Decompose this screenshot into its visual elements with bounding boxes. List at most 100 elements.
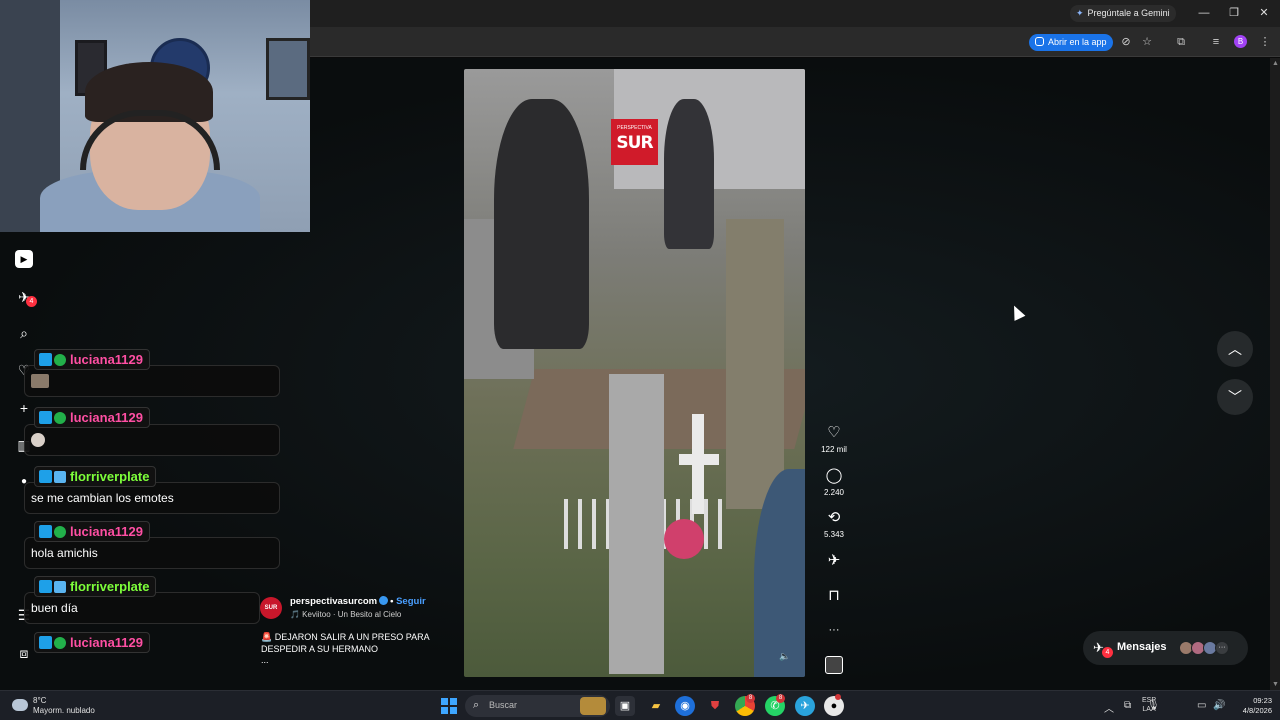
volume-tray-icon[interactable]: 🔊 (1213, 700, 1225, 711)
chat-badge-icon (54, 471, 66, 483)
chat-username-tag: luciana1129 (34, 632, 150, 653)
chat-username: luciana1129 (70, 410, 143, 425)
message-avatars-more: ··· (1215, 641, 1229, 655)
chat-message-body (24, 424, 280, 456)
layout-code: LAA (1142, 706, 1156, 713)
chat-message-text: hola amichis (31, 546, 98, 560)
system-clock[interactable]: 09:23 4/8/2026 (1226, 696, 1272, 716)
search-highlight-image (580, 697, 606, 715)
watermark-text: SUR (616, 133, 653, 153)
chat-badge-icon (39, 353, 52, 366)
video-flowers (664, 519, 704, 559)
chat-badge-icon (54, 526, 66, 538)
chat-username: florriverplate (70, 579, 150, 594)
chat-badge-icon (39, 580, 52, 593)
chat-message: luciana1129 (20, 407, 280, 457)
chat-emote-image (31, 374, 49, 388)
ask-gemini-button[interactable]: ✦ Pregúntale a Gemini (1070, 5, 1176, 22)
audio-thumbnail[interactable] (825, 656, 843, 674)
network-icon[interactable]: ▭ (1197, 700, 1206, 711)
gemini-icon: ✦ (1076, 8, 1084, 18)
bookmark-star-icon[interactable]: ☆ (1140, 35, 1154, 49)
messages-label: Mensajes (1117, 641, 1167, 653)
post-audio[interactable]: 🎵 Keviitoo · Un Besito al Cielo (290, 610, 401, 619)
search-placeholder: Buscar (489, 700, 518, 710)
author-name[interactable]: perspectivasurcom (290, 596, 377, 607)
next-reel-button[interactable]: ﹀ (1217, 379, 1253, 415)
open-in-app-label: Abrir en la app (1048, 37, 1107, 47)
open-in-app-button[interactable]: Abrir en la app (1029, 34, 1113, 51)
chat-badge-icon (54, 354, 66, 366)
messages-badge: 4 (1102, 647, 1113, 658)
taskbar-search[interactable]: ⌕ Buscar (465, 695, 610, 717)
comment-icon[interactable]: ◯ (824, 466, 844, 486)
scroll-down-icon[interactable]: ▼ (1272, 681, 1279, 688)
obs-icon[interactable]: ● (824, 696, 844, 716)
minimize-icon[interactable]: — (1196, 5, 1212, 21)
input-language[interactable]: ESP LAA (1142, 696, 1156, 714)
perspectiva-sur-watermark: PERSPECTIVA SUR (611, 119, 658, 165)
search-icon: ⌕ (473, 699, 480, 711)
browser-app-icon[interactable]: ◉ (675, 696, 695, 716)
messages-button[interactable]: ✈ 4 Mensajes ··· (1083, 631, 1248, 665)
volume-icon[interactable]: 🔈 (779, 651, 791, 663)
browser-menu-icon[interactable]: ⋮ (1258, 35, 1272, 49)
messages-nav-badge: 4 (26, 296, 37, 307)
chat-badge-icon (39, 470, 52, 483)
video-tomb (609, 374, 664, 674)
previous-reel-button[interactable]: ︿ (1217, 331, 1253, 367)
task-view-icon[interactable]: ▣ (615, 696, 635, 716)
reading-list-icon[interactable]: ≡ (1209, 35, 1223, 49)
profile-avatar[interactable]: B (1234, 35, 1247, 48)
chat-badge-icon (54, 637, 66, 649)
language-code: ESP (1142, 697, 1157, 704)
clock-time: 09:23 (1253, 696, 1272, 705)
chat-username: luciana1129 (70, 635, 143, 650)
caption-more[interactable]: ... (261, 655, 269, 665)
weather-widget[interactable]: 8°C Mayorm. nublado (33, 696, 95, 716)
ask-gemini-label: Pregúntale a Gemini (1087, 8, 1170, 18)
chat-username-tag: florriverplate (34, 466, 157, 487)
repost-icon[interactable]: ⟲ (824, 508, 844, 528)
save-bookmark-icon[interactable]: ⊓ (824, 586, 844, 606)
scroll-up-icon[interactable]: ▲ (1272, 60, 1279, 67)
reels-nav-icon[interactable]: ▶ (15, 250, 33, 268)
close-icon[interactable]: ✕ (1256, 5, 1272, 21)
clock-date: 4/8/2026 (1242, 706, 1272, 715)
shield-app-icon[interactable]: ⛊ (705, 696, 725, 716)
share-icon[interactable]: ✈ (824, 551, 844, 571)
tray-app-icon[interactable]: ⧉ (1124, 700, 1131, 711)
page-scrollbar[interactable]: ▲ ▼ (1270, 58, 1280, 690)
chat-username-tag: luciana1129 (34, 521, 150, 542)
restore-icon[interactable]: ❐ (1226, 5, 1242, 21)
video-tomb (726, 219, 784, 509)
extensions-icon[interactable]: ⧉ (1174, 35, 1188, 49)
instagram-icon (1035, 37, 1044, 46)
chat-badge-icon (54, 412, 66, 424)
chat-badge-icon (54, 581, 66, 593)
weather-condition: Mayorm. nublado (33, 706, 95, 715)
hide-eye-icon[interactable]: ⊘ (1119, 35, 1133, 49)
search-nav-icon[interactable]: ⌕ (15, 324, 33, 342)
file-explorer-icon[interactable]: ▰ (646, 696, 666, 716)
chat-message-text: se me cambian los emotes (31, 491, 174, 505)
windows-start-icon[interactable] (441, 698, 457, 714)
chat-username: luciana1129 (70, 352, 143, 367)
repost-count: 5.343 (823, 530, 845, 539)
chat-username-tag: florriverplate (34, 576, 157, 597)
chat-message: se me cambian los emotes florriverplate (20, 466, 280, 516)
author-avatar[interactable]: SUR (260, 597, 282, 619)
video-person (494, 99, 589, 349)
like-count: 122 mil (821, 445, 847, 454)
comment-count: 2.240 (823, 488, 845, 497)
more-options-icon[interactable]: ··· (824, 620, 844, 640)
chat-message-text: buen día (31, 601, 78, 615)
chat-username: luciana1129 (70, 524, 143, 539)
chrome-badge: 8 (746, 694, 755, 703)
chat-message: luciana1129 (20, 349, 280, 399)
tray-chevron-icon[interactable]: ︿ (1104, 700, 1114, 715)
like-icon[interactable]: ♡ (824, 423, 844, 443)
telegram-icon[interactable]: ✈ (795, 696, 815, 716)
weather-cloud-icon[interactable] (12, 699, 28, 711)
follow-button[interactable]: Seguir (396, 596, 426, 607)
